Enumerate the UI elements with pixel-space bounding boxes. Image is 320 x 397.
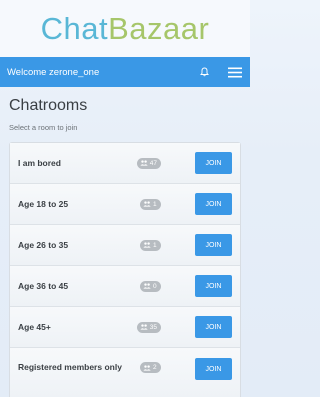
room-row: Registered members only 2 JOIN xyxy=(10,348,240,397)
user-count-badge: 1 xyxy=(140,198,161,210)
room-name: Age 26 to 35 xyxy=(18,239,69,250)
user-count: 1 xyxy=(153,241,157,249)
main-content: Chatrooms Select a room to join I am bor… xyxy=(0,97,250,397)
page-title: Chatrooms xyxy=(9,97,88,114)
join-button[interactable]: JOIN xyxy=(195,275,232,297)
join-button[interactable]: JOIN xyxy=(195,193,232,215)
room-row: Age 18 to 25 1 JOIN xyxy=(10,184,240,225)
users-icon xyxy=(143,201,151,207)
users-icon xyxy=(140,324,148,330)
room-row: Age 36 to 45 0 JOIN xyxy=(10,266,240,307)
page-subtitle: Select a room to join xyxy=(9,123,78,132)
users-icon xyxy=(140,160,148,166)
users-icon xyxy=(143,242,151,248)
user-count: 2 xyxy=(153,364,157,371)
room-list: I am bored 47 JOIN Age 18 to 25 1 JOIN A… xyxy=(9,142,241,397)
join-button[interactable]: JOIN xyxy=(195,152,232,174)
room-row: I am bored 47 JOIN xyxy=(10,143,240,184)
room-name: Age 36 to 45 xyxy=(18,280,69,291)
user-count: 35 xyxy=(149,323,157,331)
welcome-text: Welcome zerone_one xyxy=(7,66,100,78)
user-count: 47 xyxy=(149,159,157,167)
app-logo[interactable]: ChatBazaar xyxy=(41,13,210,44)
users-icon xyxy=(143,364,151,371)
logo-bar: ChatBazaar xyxy=(0,0,250,57)
room-row: Age 26 to 35 1 JOIN xyxy=(10,225,240,266)
top-navbar: Welcome zerone_one xyxy=(0,57,250,87)
user-count-badge: 0 xyxy=(140,280,161,292)
users-icon xyxy=(143,283,151,289)
user-count: 1 xyxy=(153,200,157,208)
user-count-badge: 47 xyxy=(136,157,161,169)
join-button[interactable]: JOIN xyxy=(195,358,232,380)
user-count-badge: 2 xyxy=(140,362,161,373)
user-count-badge: 1 xyxy=(140,239,161,251)
bell-icon[interactable] xyxy=(195,63,213,81)
room-name: Age 45+ xyxy=(18,321,51,332)
user-count: 0 xyxy=(153,282,157,290)
room-row: Age 45+ 35 JOIN xyxy=(10,307,240,348)
join-button[interactable]: JOIN xyxy=(195,234,232,256)
join-button[interactable]: JOIN xyxy=(195,316,232,338)
logo-text-chat: Chat xyxy=(40,11,109,46)
user-count-badge: 35 xyxy=(136,321,161,333)
room-name: I am bored xyxy=(18,157,61,168)
room-name: Registered members only xyxy=(18,362,122,372)
hamburger-menu-icon[interactable] xyxy=(226,63,244,81)
logo-text-bazaar: Bazaar xyxy=(108,11,210,46)
room-name: Age 18 to 25 xyxy=(18,198,69,209)
